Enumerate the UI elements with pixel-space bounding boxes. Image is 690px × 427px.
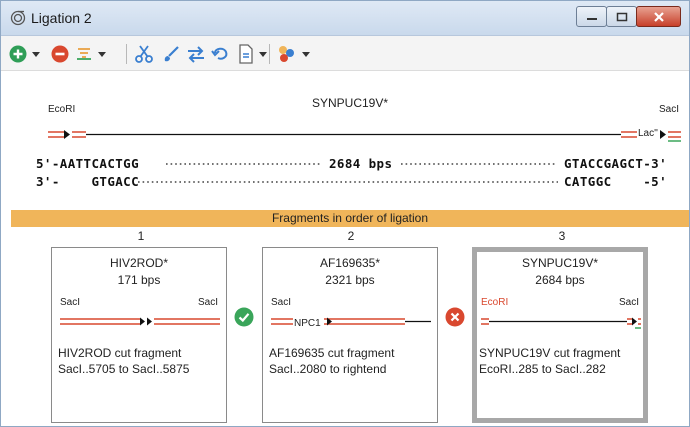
description-line: AF169635 cut fragment	[269, 346, 395, 360]
toolbar	[1, 36, 689, 71]
fragment-name: SYNPUC19V*	[521, 256, 599, 270]
add-icon	[9, 45, 27, 63]
error-icon	[445, 307, 465, 327]
fragment-map	[60, 317, 220, 326]
fragment-map	[481, 317, 641, 329]
maximize-icon	[616, 12, 627, 21]
fragment-length: 171 bps	[117, 273, 161, 287]
undo-icon	[211, 47, 228, 60]
document-icon	[239, 44, 253, 64]
ligation-app-icon	[10, 10, 26, 26]
fragment-card-1[interactable]: HIV2ROD* 171 bps SacI SacI HIV2ROD cut f…	[51, 247, 227, 423]
toolbar-separator	[126, 44, 127, 64]
title-bar[interactable]: Ligation 2	[1, 1, 689, 36]
fragment-card-2[interactable]: AF169635* 2321 bps SacI NPC1 AF169635 cu…	[262, 247, 438, 423]
npc1-feature-label: NPC1	[294, 318, 321, 329]
fragment-number: 3	[558, 229, 566, 243]
right-site-label[interactable]: SacI	[659, 104, 679, 115]
left-site-label: SacI	[60, 297, 81, 308]
sort-button[interactable]	[75, 42, 106, 66]
chevron-down-icon[interactable]	[302, 51, 310, 57]
fragment-number: 2	[347, 229, 355, 243]
dots-left-top	[166, 163, 322, 165]
swap-icon	[188, 46, 204, 63]
left-site-label[interactable]: EcoRI	[48, 104, 75, 115]
left-site-label: EcoRI	[481, 297, 509, 308]
toolbar-separator	[269, 44, 270, 64]
undo-button[interactable]	[211, 42, 231, 66]
right-site-label: SacI	[618, 297, 639, 308]
dots-right-top	[401, 163, 557, 165]
minimize-icon	[586, 17, 597, 20]
description-line: SacI..2080 to rightend	[269, 362, 387, 376]
cut-button[interactable]	[134, 42, 154, 66]
left-site-label: SacI	[271, 297, 292, 308]
fragments-header: Fragments in order of ligation	[11, 210, 689, 227]
description-line: SYNPUC19V cut fragment	[479, 346, 621, 360]
window-title: Ligation 2	[31, 10, 92, 26]
chevron-down-icon[interactable]	[32, 51, 40, 57]
chevron-down-icon[interactable]	[259, 51, 267, 57]
result-molecule-map[interactable]	[11, 121, 689, 145]
scissors-icon	[135, 45, 153, 63]
maximize-button[interactable]	[606, 6, 637, 27]
minimize-button[interactable]	[576, 6, 607, 27]
description-line: HIV2ROD cut fragment	[58, 346, 182, 360]
bottom-right-sequence: CATGGC -5'	[564, 174, 668, 189]
feature-arrow-icon	[660, 130, 666, 139]
fragment-description: AF169635 cut fragment SacI..2080 to righ…	[269, 345, 394, 377]
length-label: 2684 bps	[329, 156, 393, 171]
fragment-name: HIV2ROD*	[109, 256, 168, 270]
brush-icon	[164, 46, 179, 62]
fragment-length: 2684 bps	[535, 273, 585, 287]
add-fragment-button[interactable]	[9, 42, 40, 66]
fragment-length: 2321 bps	[325, 273, 375, 287]
fragment-card-3[interactable]: SYNPUC19V* 2684 bps EcoRI SacI SYNPUC19V…	[472, 247, 648, 423]
ligation-window: Ligation 2 SYNPUC19V* EcoRI SacI Lac'' 5…	[0, 0, 690, 427]
ligation-result-map: SYNPUC19V* EcoRI SacI Lac'' 5'-AATTCACTG…	[11, 79, 689, 209]
check-icon	[234, 307, 254, 327]
feature-arrow-icon	[64, 130, 70, 139]
fragment-number: 1	[137, 229, 145, 243]
lac-feature-label: Lac''	[638, 128, 658, 139]
chevron-down-icon[interactable]	[98, 51, 106, 57]
color-icon	[279, 46, 294, 62]
close-icon	[653, 11, 664, 22]
right-site-label: SacI	[197, 297, 218, 308]
top-right-sequence: GTACCGAGCT-3'	[564, 156, 668, 171]
fragment-description: HIV2ROD cut fragment SacI..5705 to SacI.…	[58, 345, 189, 377]
close-button[interactable]	[636, 6, 681, 27]
remove-fragment-button[interactable]	[51, 42, 69, 66]
swap-button[interactable]	[186, 42, 206, 66]
dots-bottom	[138, 181, 558, 183]
bottom-left-sequence: 3'- GTGACC	[36, 174, 140, 189]
brush-button[interactable]	[161, 42, 181, 66]
color-button[interactable]	[277, 42, 310, 66]
result-title: SYNPUC19V*	[311, 96, 389, 110]
document-button[interactable]	[238, 42, 267, 66]
fragment-description: SYNPUC19V cut fragment EcoRI..285 to Sac…	[479, 345, 620, 377]
remove-icon	[51, 45, 69, 63]
sort-icon	[77, 48, 91, 60]
fragment-name: AF169635*	[319, 256, 381, 270]
description-line: EcoRI..285 to SacI..282	[479, 362, 606, 376]
top-left-sequence: 5'-AATTCACTGG	[36, 156, 140, 171]
description-line: SacI..5705 to SacI..5875	[58, 362, 190, 376]
